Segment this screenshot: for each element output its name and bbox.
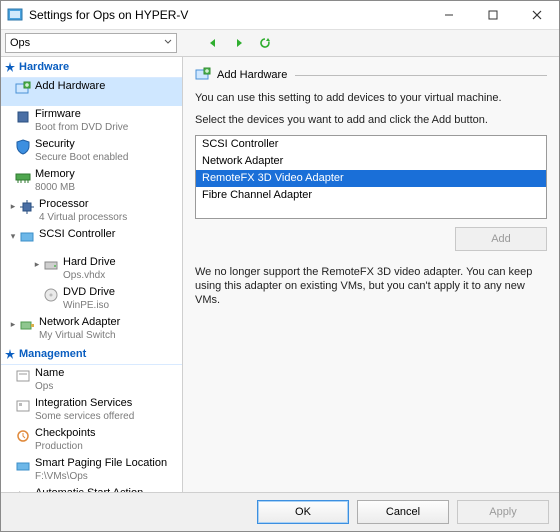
window-controls (427, 1, 559, 29)
services-icon (15, 398, 31, 414)
titlebar: Settings for Ops on HYPER-V (1, 1, 559, 30)
controller-icon (19, 229, 35, 245)
app-icon (7, 7, 23, 23)
body: Hardware Add Hardware FirmwareBoot from … (1, 57, 559, 492)
content-pane: Add Hardware You can use this setting to… (183, 57, 559, 492)
sidebar-item-scsi-controller[interactable]: ▾ SCSI Controller (1, 226, 182, 254)
processor-icon (19, 199, 35, 215)
expander-icon[interactable]: ▸ (31, 259, 43, 270)
sidebar-item-name[interactable]: NameOps (1, 365, 182, 395)
network-icon (19, 317, 35, 333)
shield-icon (15, 139, 31, 155)
vm-selector-value: Ops (10, 37, 30, 49)
checkpoint-icon (15, 428, 31, 444)
ok-button[interactable]: OK (257, 500, 349, 524)
add-hardware-icon (195, 67, 211, 83)
chevron-down-icon (164, 37, 172, 49)
nav-back-button[interactable] (203, 33, 223, 53)
description-1: You can use this setting to add devices … (195, 91, 547, 105)
window-title: Settings for Ops on HYPER-V (29, 8, 427, 22)
sidebar[interactable]: Hardware Add Hardware FirmwareBoot from … (1, 57, 183, 492)
sidebar-group-management: Management (1, 344, 182, 365)
nav-forward-button[interactable] (229, 33, 249, 53)
sidebar-item-smart-paging[interactable]: Smart Paging File LocationF:\VMs\Ops (1, 455, 182, 485)
sidebar-item-firmware[interactable]: FirmwareBoot from DVD Drive (1, 106, 182, 136)
device-listbox[interactable]: SCSI Controller Network Adapter RemoteFX… (195, 135, 547, 219)
memory-icon (15, 169, 31, 185)
list-item[interactable]: Fibre Channel Adapter (196, 187, 546, 204)
sidebar-item-processor[interactable]: ▸ Processor4 Virtual processors (1, 196, 182, 226)
maximize-button[interactable] (471, 1, 515, 29)
add-hardware-icon (15, 81, 31, 97)
cancel-button[interactable]: Cancel (357, 500, 449, 524)
dialog-footer: OK Cancel Apply (1, 492, 559, 531)
expander-icon[interactable]: ▸ (7, 201, 19, 212)
description-2: Select the devices you want to add and c… (195, 113, 547, 127)
section-title: Add Hardware (217, 69, 287, 81)
tag-icon (15, 368, 31, 384)
sidebar-item-memory[interactable]: Memory8000 MB (1, 166, 182, 196)
settings-window: Settings for Ops on HYPER-V Ops Hardware (0, 0, 560, 532)
apply-button[interactable]: Apply (457, 500, 549, 524)
sidebar-group-hardware: Hardware (1, 57, 182, 78)
note-text: We no longer support the RemoteFX 3D vid… (195, 265, 547, 307)
sidebar-item-network-adapter[interactable]: ▸ Network AdapterMy Virtual Switch (1, 314, 182, 344)
sidebar-item-add-hardware[interactable]: Add Hardware (1, 78, 182, 106)
sidebar-item-checkpoints[interactable]: CheckpointsProduction (1, 425, 182, 455)
sidebar-item-hard-drive[interactable]: ▸ Hard DriveOps.vhdx (1, 254, 182, 284)
add-button[interactable]: Add (455, 227, 547, 251)
sidebar-item-auto-start[interactable]: Automatic Start ActionRestart if previou… (1, 485, 182, 492)
list-item[interactable]: Network Adapter (196, 153, 546, 170)
star-icon (5, 349, 15, 359)
sidebar-item-integration-services[interactable]: Integration ServicesSome services offere… (1, 395, 182, 425)
dvd-icon (43, 287, 59, 303)
section-header: Add Hardware (195, 67, 547, 83)
folder-icon (15, 458, 31, 474)
sidebar-item-dvd-drive[interactable]: DVD DriveWinPE.iso (1, 284, 182, 314)
close-button[interactable] (515, 1, 559, 29)
list-item[interactable]: RemoteFX 3D Video Adapter (196, 170, 546, 187)
refresh-button[interactable] (255, 33, 275, 53)
star-icon (5, 62, 15, 72)
vm-selector[interactable]: Ops (5, 33, 177, 53)
expander-icon[interactable]: ▸ (7, 319, 19, 330)
hard-drive-icon (43, 257, 59, 273)
sidebar-item-security[interactable]: SecuritySecure Boot enabled (1, 136, 182, 166)
minimize-button[interactable] (427, 1, 471, 29)
divider (295, 75, 547, 76)
expander-icon[interactable]: ▾ (7, 231, 19, 242)
toolbar: Ops (1, 30, 559, 57)
list-item[interactable]: SCSI Controller (196, 136, 546, 153)
chip-icon (15, 109, 31, 125)
